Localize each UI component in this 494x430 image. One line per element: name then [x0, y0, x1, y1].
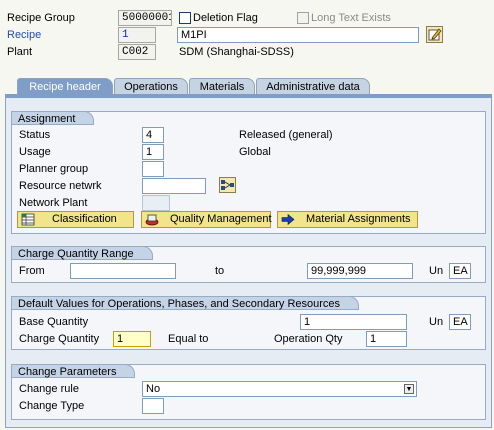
- range-unit-field[interactable]: EA: [449, 263, 471, 279]
- status-label: Status: [19, 129, 51, 141]
- planner-group-label: Planner group: [19, 163, 89, 175]
- charge-quantity-field[interactable]: 1: [113, 331, 151, 347]
- plant-description: SDM (Shanghai-SDSS): [179, 46, 294, 58]
- deletion-flag-checkbox[interactable]: [179, 12, 191, 24]
- usage-label: Usage: [19, 146, 51, 158]
- material-assignments-button-label: Material Assignments: [306, 213, 411, 225]
- network-plant-field[interactable]: [142, 195, 170, 211]
- quality-management-button[interactable]: Quality Management: [141, 211, 272, 228]
- deletion-flag-label: Deletion Flag: [193, 12, 258, 24]
- change-rule-label: Change rule: [19, 383, 79, 395]
- change-parameters-title: Change Parameters: [11, 364, 136, 378]
- status-field[interactable]: 4: [142, 127, 164, 143]
- to-field[interactable]: 99,999,999: [307, 263, 413, 279]
- base-quantity-field[interactable]: 1: [300, 314, 407, 330]
- to-label: to: [215, 265, 225, 277]
- base-quantity-label: Base Quantity: [19, 316, 89, 328]
- change-rule-value: No: [146, 383, 161, 395]
- resource-network-label: Resource netwrk: [19, 180, 102, 192]
- operation-qty-label: Operation Qty: [274, 333, 343, 345]
- recipe-group-field[interactable]: 50000001: [118, 10, 172, 26]
- recipe-label: Recipe: [7, 29, 42, 41]
- from-label: From: [19, 265, 45, 277]
- edit-long-text-button[interactable]: [426, 26, 443, 43]
- network-graphic-button[interactable]: [219, 177, 236, 193]
- classification-icon: [21, 213, 35, 226]
- quality-management-button-label: Quality Management: [170, 213, 272, 225]
- arrow-right-icon: [281, 213, 295, 226]
- usage-field[interactable]: 1: [142, 144, 164, 160]
- change-type-field[interactable]: [142, 398, 164, 414]
- network-icon: [221, 180, 234, 190]
- charge-quantity-range-title: Charge Quantity Range: [11, 246, 153, 260]
- tab-administrative-data[interactable]: Administrative data: [256, 78, 370, 95]
- base-unit-label: Un: [429, 316, 444, 328]
- planner-group-field[interactable]: [142, 161, 164, 177]
- resource-network-field[interactable]: [142, 178, 206, 194]
- classification-button-label: Classification: [52, 213, 117, 225]
- network-plant-label: Network Plant: [19, 197, 88, 209]
- recipe-field[interactable]: 1: [118, 27, 156, 43]
- usage-text: Global: [239, 146, 271, 158]
- plant-label: Plant: [7, 46, 33, 58]
- from-field[interactable]: [70, 263, 176, 279]
- base-unit-field[interactable]: EA: [449, 314, 471, 330]
- assignment-title: Assignment: [11, 111, 95, 125]
- material-assignments-button[interactable]: Material Assignments: [277, 211, 418, 228]
- tab-recipe-header[interactable]: Recipe header: [17, 78, 113, 96]
- status-text: Released (general): [239, 129, 333, 141]
- recipe-description-field[interactable]: M1PI: [177, 27, 419, 43]
- charge-quantity-label: Charge Quantity: [19, 333, 100, 345]
- classification-button[interactable]: Classification: [17, 211, 134, 228]
- long-text-checkbox: [297, 12, 309, 24]
- range-unit-label: Un: [429, 265, 444, 277]
- plant-field[interactable]: C002: [118, 44, 156, 60]
- change-rule-dropdown[interactable]: No ▼: [142, 381, 417, 397]
- change-type-label: Change Type: [19, 400, 85, 412]
- tab-materials[interactable]: Materials: [189, 78, 255, 95]
- operation-qty-field[interactable]: 1: [366, 331, 407, 347]
- tab-operations[interactable]: Operations: [114, 78, 188, 95]
- long-text-label: Long Text Exists: [311, 12, 391, 24]
- recipe-group-label: Recipe Group: [7, 12, 75, 24]
- dropdown-arrow-icon[interactable]: ▼: [404, 384, 414, 394]
- quality-management-icon: [145, 214, 159, 226]
- default-values-title: Default Values for Operations, Phases, a…: [11, 296, 360, 310]
- pencil-icon: [428, 28, 442, 41]
- equal-to-label: Equal to: [168, 333, 209, 345]
